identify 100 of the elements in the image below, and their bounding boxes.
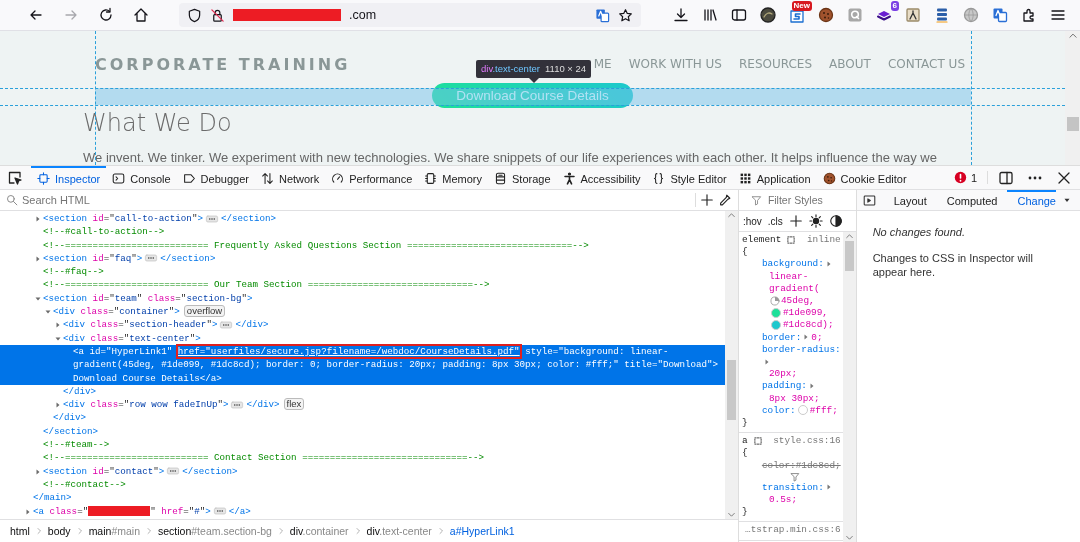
- expand-twisty-icon[interactable]: [762, 357, 771, 366]
- devtools-tab[interactable]: Storage: [488, 165, 557, 190]
- devtools-tab[interactable]: Style Editor: [646, 165, 733, 190]
- network-icon[interactable]: [260, 172, 274, 185]
- layout-badge[interactable]: flex: [283, 398, 305, 411]
- markup-line[interactable]: <section id="team" class="section-bg">: [0, 291, 725, 306]
- property-name[interactable]: color:: [761, 459, 796, 471]
- sidebar-icon[interactable]: [731, 7, 747, 23]
- nav-link[interactable]: ABOUT: [829, 57, 871, 71]
- collapsed-twisty-icon[interactable]: [34, 215, 42, 223]
- markup-line[interactable]: <section id="faq"> </section>: [0, 251, 725, 266]
- markup-line[interactable]: <!--========================== Our Team Section ==============================-->: [0, 278, 725, 292]
- server-extension-icon[interactable]: [934, 7, 950, 23]
- collapsed-twisty-icon[interactable]: [34, 467, 42, 476]
- rule-source[interactable]: inline: [806, 234, 841, 247]
- cookie-extension-icon[interactable]: [818, 7, 834, 23]
- markup-line[interactable]: <div class="section-header"> </div>: [0, 318, 725, 332]
- debugger-icon[interactable]: [182, 172, 196, 185]
- devtools-tab[interactable]: Debugger: [176, 165, 255, 190]
- breadcrumb[interactable]: body: [45, 525, 73, 537]
- devtools-tab[interactable]: Console: [106, 165, 177, 190]
- markup-line[interactable]: <!--#call-to-action-->: [0, 225, 725, 239]
- menu-icon[interactable]: [1050, 7, 1066, 23]
- highlight-grid-icon[interactable]: [786, 235, 797, 246]
- ellipsis-icon[interactable]: [230, 398, 245, 411]
- memory-icon[interactable]: [424, 172, 438, 185]
- error-icon[interactable]: [953, 171, 967, 184]
- markup-line[interactable]: <!--#contact-->: [0, 477, 725, 492]
- rule-source[interactable]: …tstrap.min.css:6: [745, 524, 841, 537]
- property-value[interactable]: 8px: [768, 392, 786, 404]
- markup-scrollbar[interactable]: [724, 211, 738, 519]
- collapsed-twisty-icon[interactable]: [54, 321, 62, 330]
- property-value[interactable]: #1de099,: [782, 307, 828, 319]
- markup-line[interactable]: </div>: [0, 411, 725, 425]
- markup-line[interactable]: <div class="text-center">: [0, 331, 725, 345]
- reload-icon[interactable]: [98, 7, 114, 23]
- sidebar-tab[interactable]: Change: [1007, 190, 1056, 210]
- nav-link[interactable]: ME: [593, 57, 612, 71]
- breadcrumb[interactable]: html: [8, 525, 32, 537]
- property-value[interactable]: 20px;: [768, 368, 797, 380]
- property-name[interactable]: border:: [761, 331, 802, 343]
- markup-line[interactable]: </div>: [0, 384, 725, 399]
- expand-twisty-icon[interactable]: [807, 381, 816, 390]
- cookie-icon[interactable]: [822, 172, 836, 185]
- color-swatch[interactable]: [770, 307, 781, 318]
- angle-swatch-icon[interactable]: [769, 295, 780, 306]
- expand-twisty-icon[interactable]: [824, 483, 833, 492]
- console-icon[interactable]: [112, 172, 126, 185]
- collapsed-twisty-icon[interactable]: [34, 254, 42, 263]
- scroll-down-icon[interactable]: [844, 533, 854, 542]
- devtools-tab[interactable]: Network: [254, 165, 326, 190]
- property-name[interactable]: padding:: [761, 380, 807, 392]
- light-scheme-icon[interactable]: [808, 214, 823, 228]
- inspector-icon[interactable]: [37, 172, 50, 185]
- sidebar-toggle-icon[interactable]: [862, 193, 876, 207]
- devtools-tab[interactable]: Performance: [325, 165, 419, 190]
- devtools-tab[interactable]: Memory: [418, 165, 488, 190]
- property-value[interactable]: 45deg,: [780, 295, 815, 306]
- property-value[interactable]: 0;: [811, 331, 823, 343]
- ellipsis-icon[interactable]: [219, 318, 234, 331]
- markup-line[interactable]: <!--========================== Frequently Asked Questions Section ==============================-->: [0, 238, 725, 252]
- filter-icon[interactable]: [789, 471, 800, 482]
- photo-extension-icon[interactable]: [905, 7, 921, 23]
- nav-link[interactable]: CONTACT US: [887, 57, 965, 71]
- markup-line[interactable]: </section>: [0, 424, 725, 439]
- scrollbar-thumb[interactable]: [1066, 117, 1079, 131]
- expand-twisty-icon[interactable]: [824, 259, 833, 268]
- highlight-grid-icon[interactable]: [752, 436, 763, 447]
- color-swatch[interactable]: [797, 405, 808, 416]
- add-node-icon[interactable]: [699, 193, 714, 207]
- address-bar[interactable]: .com: [179, 3, 641, 27]
- markup-line[interactable]: <a class=" " href="#"> </a>: [0, 504, 725, 518]
- breadcrumb[interactable]: a#HyperLink1: [447, 525, 517, 537]
- color-swatch[interactable]: [770, 319, 781, 330]
- scroll-up-icon[interactable]: [1067, 31, 1078, 41]
- markup-line[interactable]: <!--#team-->: [0, 438, 725, 452]
- nav-link[interactable]: RESOURCES: [739, 57, 813, 71]
- markup-line[interactable]: </main>: [0, 491, 725, 505]
- breadcrumb[interactable]: section#team.section-bg: [156, 525, 274, 537]
- collapsed-twisty-icon[interactable]: [24, 507, 32, 516]
- devtools-tab[interactable]: Inspector: [31, 165, 107, 190]
- property-value[interactable]: linear-: [768, 270, 809, 282]
- ellipsis-icon[interactable]: [166, 465, 181, 478]
- toggle-button[interactable]: .cls: [767, 215, 783, 227]
- accessibility-icon[interactable]: [562, 172, 576, 185]
- property-value[interactable]: #1dc8cd;: [795, 459, 841, 471]
- avatar-extension-icon[interactable]: [760, 7, 776, 23]
- element-picker-icon[interactable]: [7, 169, 23, 186]
- scrollbar-thumb[interactable]: [726, 360, 736, 420]
- braces-icon[interactable]: [652, 172, 666, 185]
- toggle-button[interactable]: :hov: [742, 215, 762, 227]
- shield-icon[interactable]: [187, 7, 202, 23]
- ellipsis-icon[interactable]: [144, 252, 159, 265]
- property-value[interactable]: 0.5s;: [768, 494, 797, 506]
- error-count[interactable]: 1: [970, 171, 977, 184]
- ellipsis-icon[interactable]: [212, 505, 227, 518]
- scroll-down-icon[interactable]: [726, 510, 736, 519]
- nav-link[interactable]: WORK WITH US: [628, 57, 722, 71]
- add-rule-icon[interactable]: [788, 214, 803, 228]
- puzzle-icon[interactable]: [1021, 7, 1037, 23]
